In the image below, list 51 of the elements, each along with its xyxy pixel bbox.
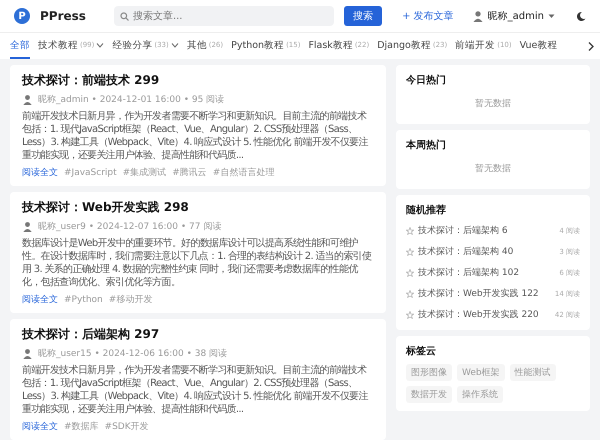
logo[interactable]: P <box>14 8 30 24</box>
user-menu[interactable]: 昵称_admin <box>472 9 555 23</box>
caret-icon <box>548 14 555 18</box>
post-tag[interactable]: #腾讯云 <box>172 166 207 179</box>
star-icon <box>406 290 414 298</box>
post-meta: 昵称_user15 • 2024-12-06 16:00 • 38 阅读 <box>38 348 228 360</box>
section-title: 本周热门 <box>406 138 447 152</box>
read-more-link[interactable]: 阅读全文 <box>22 293 58 306</box>
post-title[interactable]: 技术探讨：前端技术 299 <box>22 72 374 89</box>
star-icon <box>406 310 414 318</box>
post-tag[interactable]: #数据库 <box>64 420 99 433</box>
star-icon <box>406 268 414 276</box>
chevron-right-icon[interactable] <box>588 42 594 50</box>
post-tag[interactable]: #移动开发 <box>108 293 152 306</box>
category-tab[interactable]: 全部 <box>10 33 30 59</box>
section-title: 随机推荐 <box>406 204 447 217</box>
empty-message: 暂无数据 <box>474 162 512 176</box>
star-icon <box>406 248 414 256</box>
recommended-link[interactable]: 技术探讨：Web开发实践 122 <box>418 287 539 300</box>
search-field[interactable]: 搜索文章... <box>114 6 334 26</box>
post-meta: 昵称_user9 • 2024-12-07 16:00 • 77 阅读 <box>38 220 222 233</box>
post-meta: 昵称_admin • 2024-12-01 16:00 • 95 阅读 <box>38 94 224 106</box>
post-title[interactable]: 技术探讨：Web开发实践 298 <box>22 199 374 216</box>
post-title[interactable]: 技术探讨：后端架构 297 <box>22 326 374 343</box>
post-excerpt: 前端开发技术日新月异，作为开发者需要不断学习和更新知识。目前主流的前端技术包括：1. 现代JavaScript框架（React、Vue、Angular）2. CSS预处理器（Sass、Less）3. 构建工具（Webpack、Vite）4. 响应式设计 5. 性能优化 前端开发不仅要注重功能实现，还要关注用户体验、提高性能和代码质... <box>22 110 370 162</box>
caret-icon <box>170 42 179 48</box>
recommended-link[interactable]: 技术探讨：后端架构 102 <box>418 266 520 279</box>
brand-name: PPress <box>40 9 86 23</box>
user-icon <box>472 10 484 22</box>
post-excerpt: 数据库设计是Web开发中的重要环节。好的数据库设计可以提高系统性能和可维护性。在设计数据库时，我们需要注意以下几点：1. 合理的表结构设计 2. 适当的索引使用 3. 关系的正确处理 4. 数据的完整性约束 同时，我们还需要考虑数据库的性能优化，包括查询优化、索引优化等方面。 <box>22 237 372 289</box>
section-title: 今日热门 <box>406 73 447 87</box>
recommended-link[interactable]: 技术探讨：后端架构 40 <box>418 245 514 258</box>
search-icon <box>120 12 129 21</box>
caret-icon <box>96 42 104 48</box>
post-tag[interactable]: #集成测试 <box>122 166 166 179</box>
user-icon <box>22 94 33 105</box>
publish-link[interactable]: + 发布文章 <box>402 9 454 23</box>
read-more-link[interactable]: 阅读全文 <box>22 166 58 179</box>
category-tab[interactable]: Vue教程 <box>520 33 558 59</box>
user-icon <box>22 348 33 359</box>
moon-icon[interactable] <box>575 10 586 22</box>
empty-message: 暂无数据 <box>474 98 512 111</box>
post-tag[interactable]: #自然语言处理 <box>212 166 274 179</box>
star-icon <box>406 226 414 234</box>
user-icon <box>22 221 33 232</box>
recommended-link[interactable]: 技术探讨：Web开发实践 220 <box>418 308 539 321</box>
search-button[interactable]: 搜索 <box>344 6 382 26</box>
read-more-link[interactable]: 阅读全文 <box>22 420 58 433</box>
post-excerpt: 前端开发技术日新月异，作为开发者需要不断学习和更新知识。目前主流的前端技术包括：1. 现代JavaScript框架（React、Vue、Angular）2. CSS预处理器（Sass、Less）3. 构建工具（Webpack、Vite）4. 响应式设计 5. 性能优化 前端开发不仅要注重功能实现，还要关注用户体验、提高性能和代码质... <box>22 364 370 416</box>
recommended-link[interactable]: 技术探讨：后端架构 6 <box>418 224 508 237</box>
section-title: 标签云 <box>406 344 437 358</box>
